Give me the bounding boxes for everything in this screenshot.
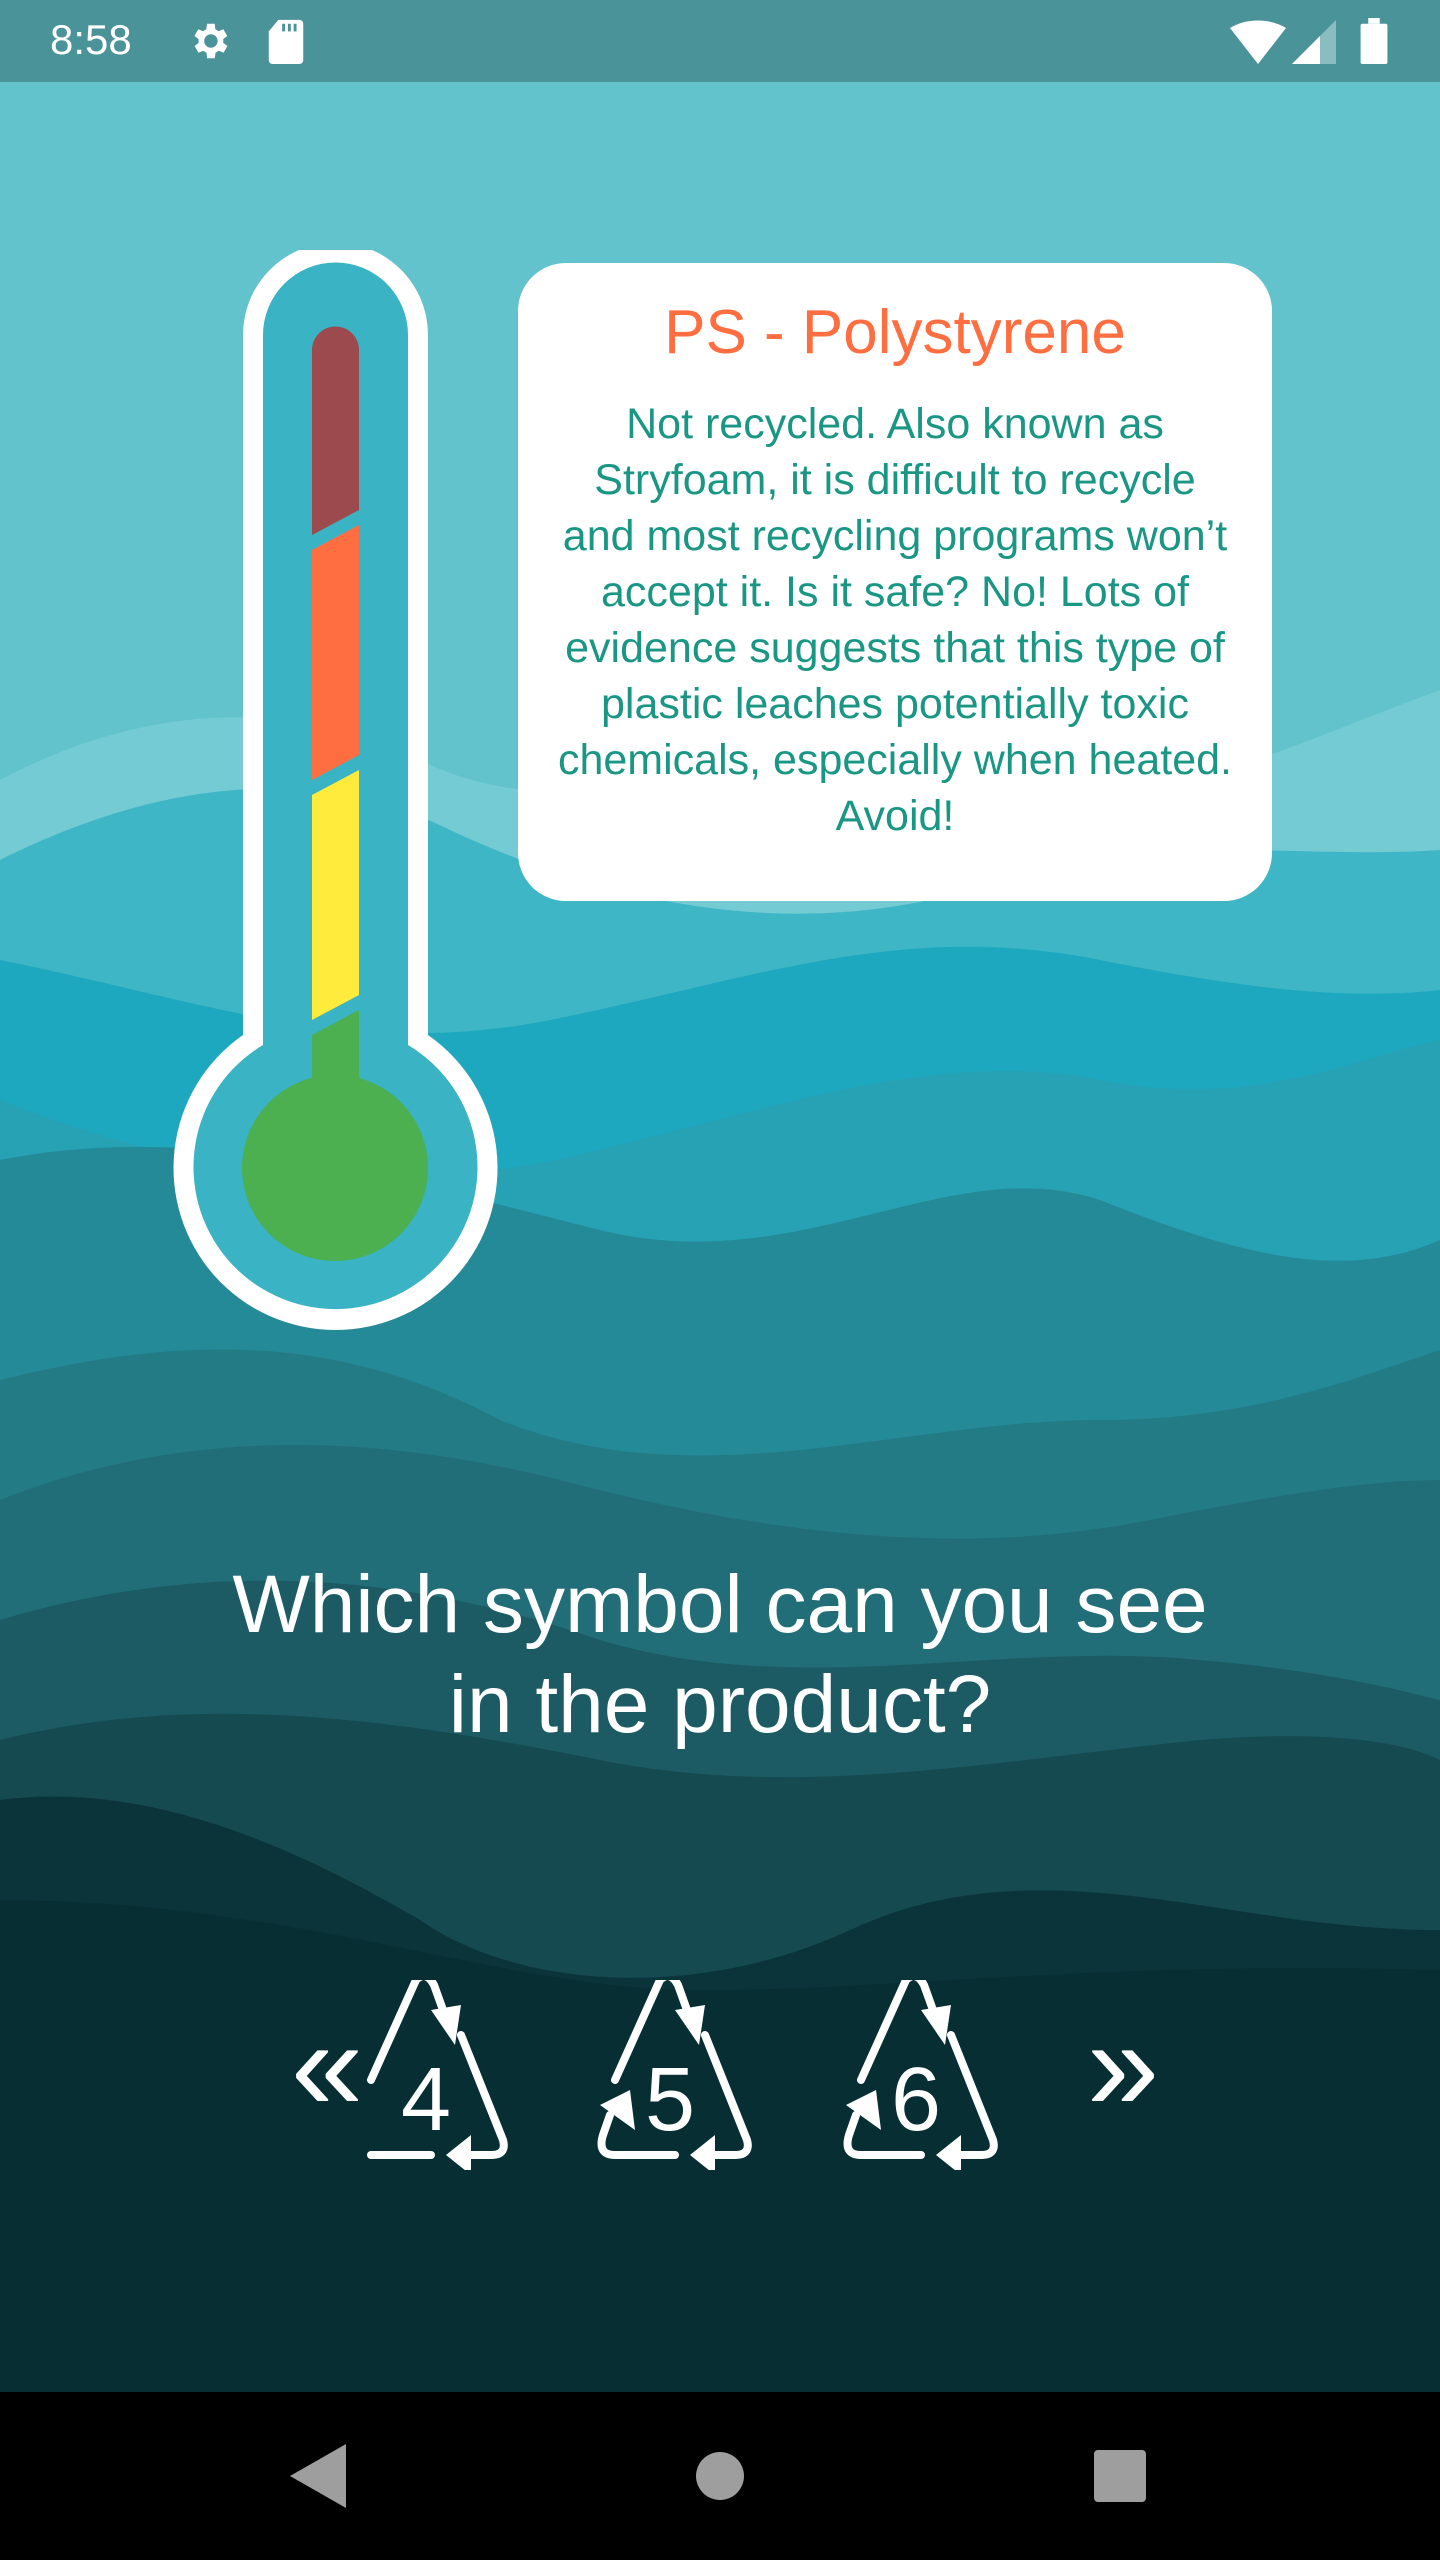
gear-icon (194, 23, 228, 59)
question-line-2: in the product? (448, 1659, 992, 1750)
info-card: PS - Polystyrene Not recycled. Also know… (518, 263, 1272, 901)
battery-icon (1360, 18, 1388, 64)
status-bar: 8:58 (0, 0, 1440, 82)
recycle-symbol-6[interactable]: 6 (821, 1980, 1011, 2170)
wifi-icon (1230, 20, 1286, 64)
question-line-1: Which symbol can you see (232, 1559, 1208, 1650)
back-icon[interactable] (278, 2436, 358, 2516)
svg-text:5: 5 (645, 2050, 695, 2150)
plastic-description: Not recycled. Also known as Stryfoam, it… (557, 400, 1233, 840)
question-text: Which symbol can you see in the product? (0, 1555, 1440, 1755)
thermometer-level-yellow (312, 770, 359, 1020)
status-time: 8:58 (50, 16, 132, 63)
thermometer (173, 250, 498, 1330)
svg-text:6: 6 (891, 2050, 941, 2150)
thermometer-bulb (242, 1075, 428, 1261)
signal-icon (1292, 20, 1336, 64)
next-arrow-button[interactable]: » (1078, 1980, 1168, 2170)
recycle-symbol-4[interactable]: 4 (331, 1980, 521, 2170)
recycle-symbol-5[interactable]: 5 (575, 1980, 765, 2170)
home-icon[interactable] (680, 2436, 760, 2516)
navigation-bar (0, 2392, 1440, 2560)
sd-card-icon (268, 19, 304, 64)
recents-icon[interactable] (1080, 2436, 1160, 2516)
plastic-title: PS - Polystyrene (664, 298, 1126, 367)
svg-text:4: 4 (401, 2050, 451, 2150)
thermometer-level-orange (312, 525, 359, 780)
thermometer-level-red (312, 326, 359, 535)
symbol-carousel: « 4 5 6 » (0, 1980, 1440, 2170)
